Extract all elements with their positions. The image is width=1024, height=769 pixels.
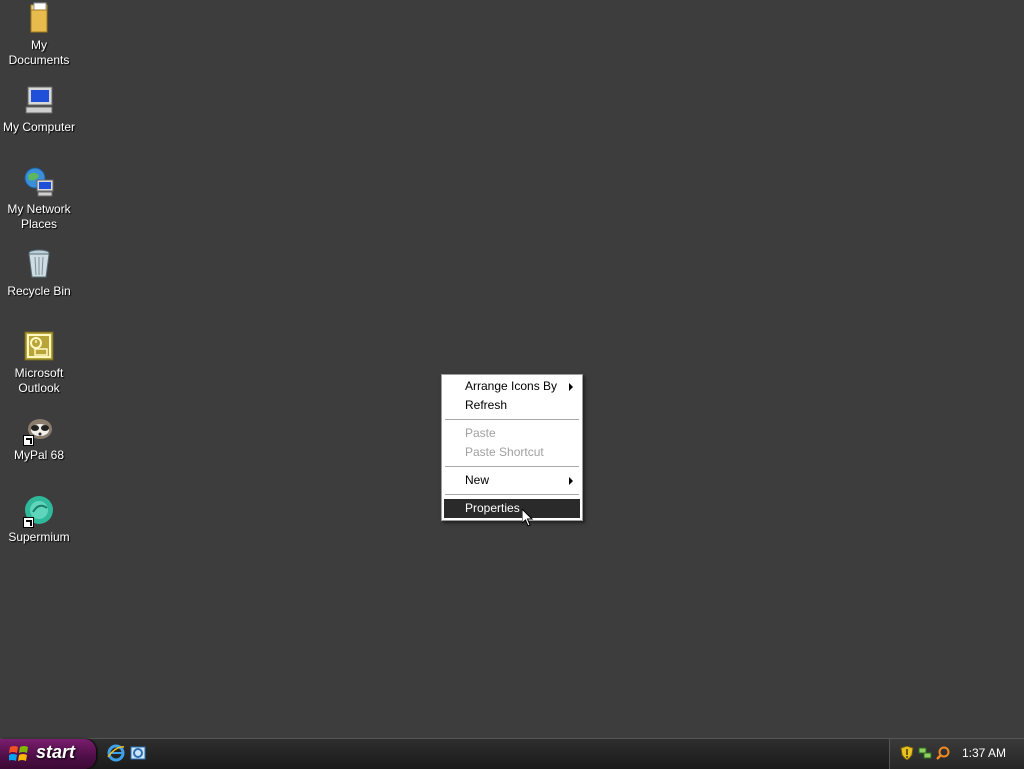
- taskbar: start 1:37 AM: [0, 738, 1024, 769]
- desktop[interactable]: My Documents My Computer My Network Plac…: [0, 0, 1024, 738]
- outlook-express-icon[interactable]: [129, 744, 147, 762]
- start-button[interactable]: start: [0, 739, 96, 769]
- shortcut-arrow-icon: [23, 435, 34, 446]
- submenu-arrow-icon: [569, 383, 573, 391]
- start-label: start: [36, 742, 76, 762]
- desktop-context-menu: Arrange Icons By Refresh Paste Paste Sho…: [441, 374, 583, 521]
- menu-item-paste-shortcut: Paste Shortcut: [444, 443, 580, 462]
- windows-logo-icon: [8, 745, 29, 763]
- desktop-icon-label: Microsoft Outlook: [14, 366, 64, 395]
- clock[interactable]: 1:37 AM: [962, 746, 1006, 760]
- menu-separator: [445, 419, 579, 420]
- menu-item-label: Paste: [465, 426, 496, 440]
- desktop-icon-label: Recycle Bin: [7, 284, 71, 298]
- menu-item-refresh[interactable]: Refresh: [444, 396, 580, 415]
- desktop-icon-my-network-places[interactable]: My Network Places: [0, 166, 78, 232]
- menu-item-label: New: [465, 473, 490, 487]
- menu-item-new[interactable]: New: [444, 471, 580, 490]
- desktop-icon-mypal[interactable]: MyPal 68: [0, 412, 78, 463]
- search-icon[interactable]: [936, 746, 950, 760]
- desktop-icon-label: My Documents: [8, 38, 70, 67]
- internet-explorer-icon[interactable]: [107, 744, 125, 762]
- desktop-icon-my-documents[interactable]: My Documents: [0, 2, 78, 68]
- network-places-icon: [23, 166, 55, 198]
- desktop-icon-label: My Network Places: [7, 202, 71, 231]
- menu-item-label: Refresh: [465, 398, 508, 412]
- computer-icon: [23, 84, 55, 116]
- shortcut-arrow-icon: [23, 517, 34, 528]
- menu-item-properties[interactable]: Properties: [444, 499, 580, 518]
- menu-item-paste: Paste: [444, 424, 580, 443]
- mypal-icon: [23, 412, 55, 446]
- menu-separator: [445, 494, 579, 495]
- outlook-icon: [23, 330, 55, 362]
- desktop-icon-my-computer[interactable]: My Computer: [0, 84, 78, 135]
- folder-icon: [23, 2, 55, 34]
- menu-item-label: Paste Shortcut: [465, 445, 544, 459]
- menu-item-label: Properties: [465, 501, 520, 515]
- supermium-icon: [23, 494, 55, 528]
- mouse-cursor-icon: [521, 507, 534, 530]
- system-tray: 1:37 AM: [889, 739, 1024, 769]
- menu-separator: [445, 466, 579, 467]
- desktop-icon-label: Supermium: [8, 530, 70, 544]
- desktop-icon-supermium[interactable]: Supermium: [0, 494, 78, 545]
- desktop-icon-recycle-bin[interactable]: Recycle Bin: [0, 248, 78, 299]
- recycle-bin-icon: [23, 248, 55, 280]
- network-icon[interactable]: [918, 746, 932, 760]
- submenu-arrow-icon: [569, 477, 573, 485]
- menu-item-label: Arrange Icons By: [465, 379, 558, 393]
- desktop-icon-label: My Computer: [2, 120, 76, 134]
- menu-item-arrange-icons-by[interactable]: Arrange Icons By: [444, 377, 580, 396]
- desktop-icon-label: MyPal 68: [13, 448, 65, 462]
- desktop-icon-microsoft-outlook[interactable]: Microsoft Outlook: [0, 330, 78, 396]
- security-shield-icon[interactable]: [900, 745, 914, 761]
